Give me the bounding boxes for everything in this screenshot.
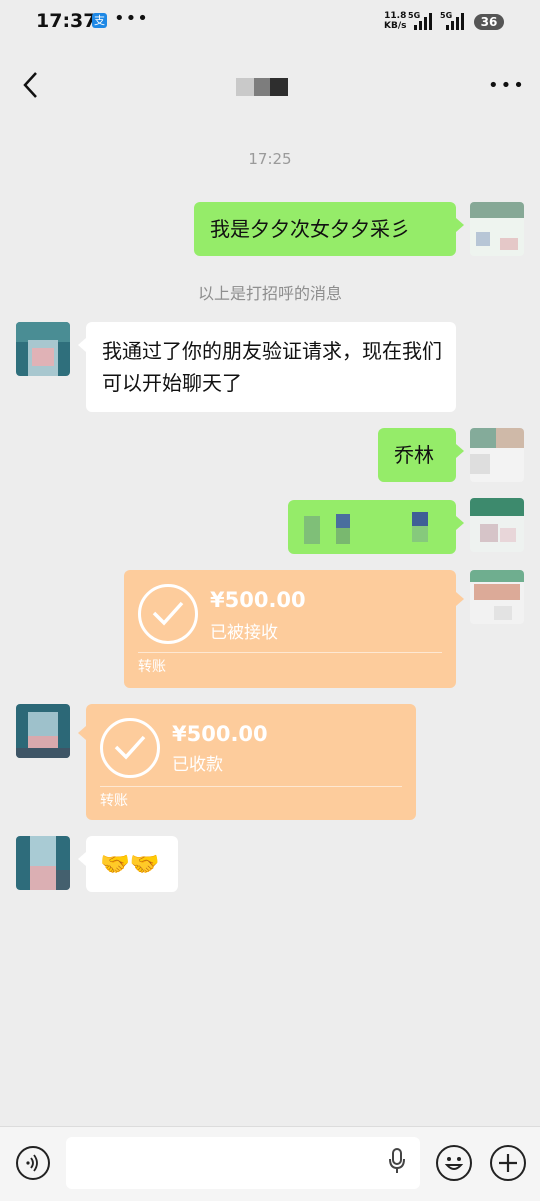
message-text: 我是夕夕次女夕夕采彡 bbox=[210, 217, 410, 241]
transfer-status: 已收款 bbox=[172, 755, 223, 775]
contact-name-redacted bbox=[236, 78, 288, 96]
transfer-amount: ¥500.00 bbox=[210, 588, 306, 612]
message-bubble-incoming[interactable]: 我通过了你的朋友验证请求，现在我们可以开始聊天了 bbox=[78, 322, 456, 412]
chevron-left-icon[interactable] bbox=[20, 70, 42, 100]
signal-icon bbox=[446, 12, 464, 30]
handshake-emoji: 🤝🤝 bbox=[100, 850, 160, 878]
emoji-icon[interactable] bbox=[436, 1145, 472, 1181]
my-avatar[interactable] bbox=[470, 202, 524, 256]
message-bubble-outgoing[interactable]: 我是夕夕次女夕夕采彡 bbox=[194, 202, 464, 256]
check-circle-icon bbox=[100, 718, 160, 778]
message-text: 我通过了你的朋友验证请求，现在我们可以开始聊天了 bbox=[102, 339, 442, 395]
my-avatar[interactable] bbox=[470, 570, 524, 624]
more-dots-icon[interactable]: ••• bbox=[488, 77, 526, 95]
status-time: 17:37 bbox=[36, 10, 97, 32]
message-input[interactable] bbox=[66, 1137, 420, 1189]
microphone-icon[interactable] bbox=[388, 1147, 406, 1175]
divider bbox=[100, 786, 402, 787]
message-bubble-incoming[interactable]: 🤝🤝 bbox=[78, 836, 178, 892]
transfer-label: 转账 bbox=[138, 659, 166, 675]
contact-avatar[interactable] bbox=[16, 704, 70, 758]
battery-icon: 36 bbox=[474, 14, 504, 30]
signal-icon bbox=[414, 12, 432, 30]
contact-avatar[interactable] bbox=[16, 322, 70, 376]
transfer-card-sent[interactable]: ¥500.00 已被接收 转账 bbox=[124, 570, 464, 688]
notification-dots-icon: ••• bbox=[114, 8, 149, 29]
message-bubble-outgoing[interactable]: 乔林 bbox=[378, 428, 464, 482]
divider bbox=[138, 652, 442, 653]
redacted-text bbox=[304, 516, 320, 544]
alipay-icon: 支 bbox=[92, 13, 107, 28]
transfer-amount: ¥500.00 bbox=[172, 722, 268, 746]
transfer-status: 已被接收 bbox=[210, 623, 278, 643]
input-bar bbox=[0, 1126, 540, 1201]
contact-avatar[interactable] bbox=[16, 836, 70, 890]
network-speed: 11.8 KB/s bbox=[384, 11, 407, 31]
message-bubble-outgoing-redacted[interactable] bbox=[288, 500, 464, 554]
transfer-card-received[interactable]: ¥500.00 已收款 转账 bbox=[78, 704, 416, 820]
message-timestamp: 17:25 bbox=[248, 150, 292, 168]
nav-bar: ••• bbox=[0, 44, 540, 124]
plus-icon[interactable] bbox=[490, 1145, 526, 1181]
message-text: 乔林 bbox=[394, 443, 434, 467]
voice-input-icon[interactable] bbox=[16, 1146, 50, 1180]
my-avatar[interactable] bbox=[470, 498, 524, 552]
my-avatar[interactable] bbox=[470, 428, 524, 482]
status-bar: 17:37 支 ••• 11.8 KB/s 5G 5G 36 bbox=[0, 0, 540, 44]
check-circle-icon bbox=[138, 584, 198, 644]
system-message: 以上是打招呼的消息 bbox=[197, 284, 342, 303]
transfer-label: 转账 bbox=[100, 793, 128, 809]
